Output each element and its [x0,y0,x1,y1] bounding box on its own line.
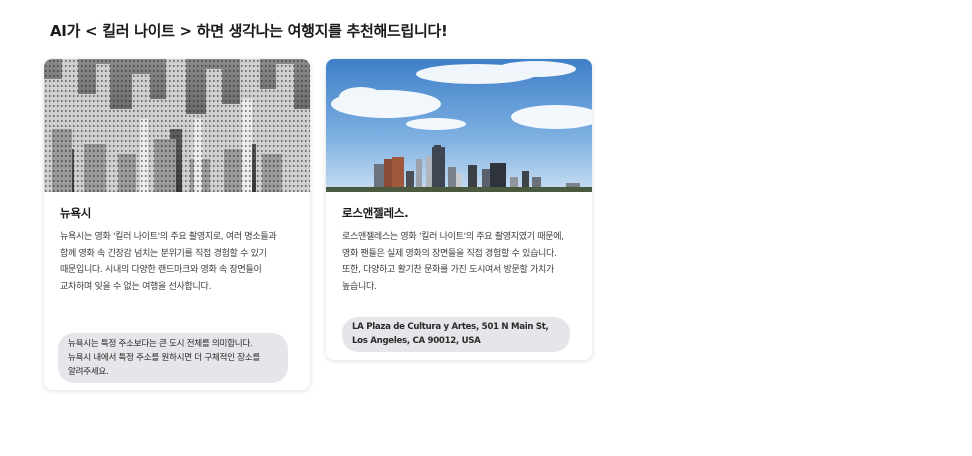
card-description: 로스앤젤레스는 영화 '킬러 나이트'의 주요 촬영지였기 때문에, 영화 팬들… [342,232,564,292]
recommendation-card-los-angeles[interactable]: 로스앤젤레스. 로스앤젤레스는 영화 '킬러 나이트'의 주요 촬영지였기 때문… [326,59,592,360]
address-badge: 뉴욕시는 특정 주소보다는 큰 도시 전체를 의미합니다. 뉴욕시 내에서 특정… [58,333,288,383]
page-title: AI가 < 킬러 나이트 > 하면 생각나는 여행지를 추천해드립니다! [50,22,448,40]
card-description: 뉴욕시는 영화 '킬러 나이트'의 주요 촬영지로, 여러 명소들과 함께 영화… [60,232,277,292]
card-title: 뉴욕시 [60,206,92,220]
los-angeles-skyline-image [326,59,592,192]
recommendation-card-new-york[interactable]: 뉴욕시 뉴욕시는 영화 '킬러 나이트'의 주요 촬영지로, 여러 명소들과 함… [44,59,310,390]
address-badge: LA Plaza de Cultura y Artes, 501 N Main … [342,317,570,352]
new-york-skyline-image [44,59,310,192]
card-title: 로스앤젤레스. [342,206,409,220]
